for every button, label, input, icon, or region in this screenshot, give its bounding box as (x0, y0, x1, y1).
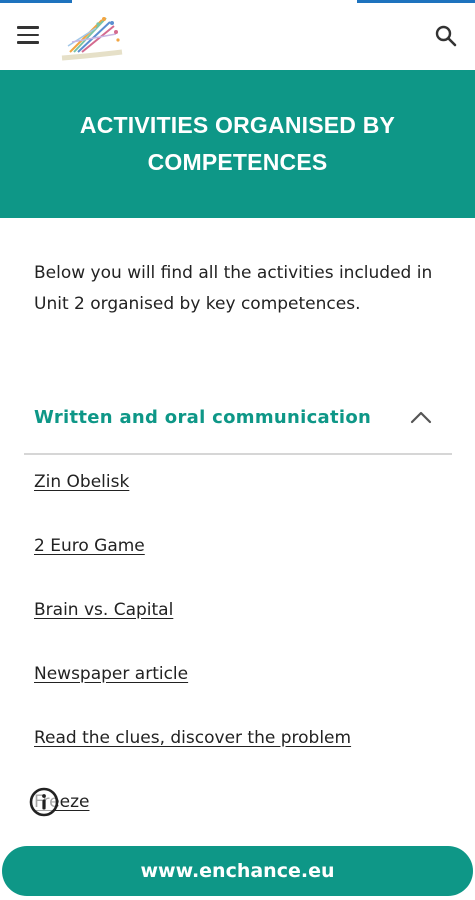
list-item: Newspaper article (34, 664, 351, 728)
enchance-logo[interactable] (58, 12, 126, 62)
list-item: 2 Euro Game (34, 536, 351, 600)
list-item: Read the clues, discover the problem (34, 728, 351, 792)
activity-list: Zin Obelisk 2 Euro Game Brain vs. Capita… (34, 472, 351, 856)
page-title: ACTIVITIES ORGANISED BY COMPETENCES (79, 112, 396, 175)
top-accent-bar-left (0, 0, 72, 3)
intro-text: Below you will find all the activities i… (34, 263, 433, 314)
hero-banner: ACTIVITIES ORGANISED BY COMPETENCES (0, 70, 475, 218)
chevron-up-icon[interactable] (410, 409, 432, 425)
accordion-title: Written and oral communication (34, 407, 372, 428)
activity-link-newspaper-article[interactable]: Newspaper article (34, 664, 188, 684)
list-item: Zin Obelisk (34, 472, 351, 536)
activity-link-zin-obelisk[interactable]: Zin Obelisk (34, 472, 129, 492)
search-icon[interactable] (434, 24, 458, 48)
hamburger-menu-icon[interactable] (17, 26, 41, 46)
list-item: Brain vs. Capital (34, 600, 351, 664)
activity-link-brain-vs-capital[interactable]: Brain vs. Capital (34, 600, 173, 620)
activity-link-2-euro-game[interactable]: 2 Euro Game (34, 536, 145, 556)
top-accent-bar-right (357, 0, 475, 3)
website-link-button[interactable]: www.enchance.eu (2, 846, 473, 896)
activity-link-read-the-clues[interactable]: Read the clues, discover the problem (34, 728, 351, 748)
top-app-bar (0, 0, 475, 70)
accordion-written-oral-communication[interactable]: Written and oral communication (24, 395, 452, 455)
info-icon[interactable] (29, 787, 59, 817)
